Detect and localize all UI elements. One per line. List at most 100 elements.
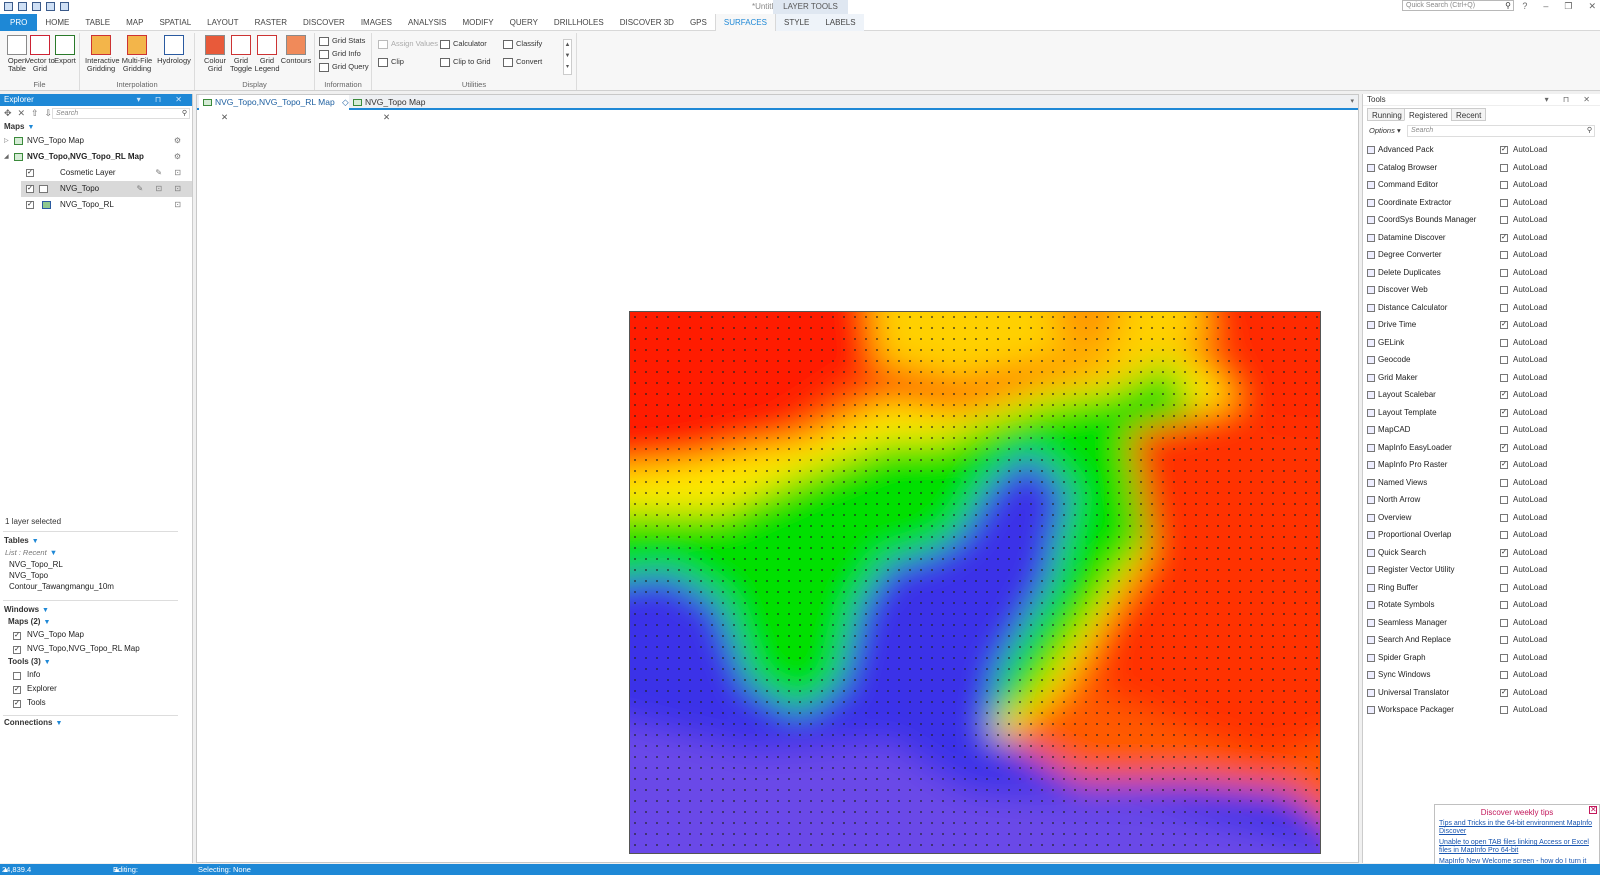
tool-row[interactable]: Discover Web AutoLoad xyxy=(1363,281,1600,299)
tool-row[interactable]: Drive Time ✓ AutoLoad xyxy=(1363,316,1600,334)
selecting-status[interactable]: Selecting: None xyxy=(198,864,251,875)
tab-gps[interactable]: GPS xyxy=(682,14,715,31)
autoload-checkbox[interactable] xyxy=(1500,268,1508,277)
map-properties-icon[interactable]: ⚙ xyxy=(174,149,186,165)
window-checkbox[interactable]: ✓ xyxy=(13,646,21,654)
autoload-checkbox[interactable] xyxy=(1500,531,1508,539)
cursor-coordinates[interactable]: 24,839.4 m, 15,793.6 m ▲ xyxy=(2,864,31,875)
grid-stats-button[interactable]: Grid Stats xyxy=(319,35,365,47)
convert-button[interactable]: Convert xyxy=(503,56,542,68)
map-properties-icon[interactable]: ⚙ xyxy=(174,133,186,149)
search-icon[interactable]: ⚲ xyxy=(1505,1,1511,10)
window-checkbox[interactable]: ✓ xyxy=(13,700,21,708)
tool-row[interactable]: Spider Graph AutoLoad xyxy=(1363,649,1600,667)
tool-row[interactable]: Register Vector Utility AutoLoad xyxy=(1363,561,1600,579)
windows-maps-group[interactable]: Maps (2) ▼ xyxy=(0,616,190,628)
tool-row[interactable]: Datamine Discover ✓ AutoLoad xyxy=(1363,229,1600,247)
calculator-button[interactable]: Calculator xyxy=(440,38,487,50)
tab-query[interactable]: QUERY xyxy=(502,14,546,31)
clip-button[interactable]: Clip xyxy=(378,56,404,68)
tab-discover[interactable]: DISCOVER xyxy=(295,14,353,31)
tab-images[interactable]: IMAGES xyxy=(353,14,400,31)
interactive-gridding-button[interactable]: Interactive Gridding xyxy=(85,35,120,73)
layer-row-nvg-topo-rl[interactable]: ✓ NVG_Topo_RL ⊡ xyxy=(0,197,192,213)
restore-button[interactable]: ❐ xyxy=(1564,1,1572,12)
hydrology-button[interactable]: Hydrology xyxy=(157,35,191,65)
tool-row[interactable]: Grid Maker AutoLoad xyxy=(1363,369,1600,387)
autoload-checkbox[interactable]: ✓ xyxy=(1500,688,1508,697)
autoload-checkbox[interactable]: ✓ xyxy=(1500,233,1508,242)
options-dropdown[interactable]: Options ▾ xyxy=(1369,126,1401,135)
autoload-checkbox[interactable] xyxy=(1500,338,1508,347)
pin-icon[interactable]: ◇ xyxy=(342,97,349,107)
collapse-icon[interactable]: ◢ xyxy=(4,149,9,165)
autoload-checkbox[interactable] xyxy=(1500,286,1508,294)
tool-row[interactable]: Catalog Browser AutoLoad xyxy=(1363,159,1600,177)
assign-values-button[interactable]: Assign Values xyxy=(378,38,438,50)
clip-to-grid-button[interactable]: Clip to Grid xyxy=(440,56,491,68)
panel-controls[interactable]: ▾ ⊓ ✕ xyxy=(137,94,188,106)
window-checkbox[interactable] xyxy=(13,672,21,680)
windows-section-title[interactable]: Windows ▼ xyxy=(0,603,190,616)
tool-row[interactable]: MapInfo Pro Raster ✓ AutoLoad xyxy=(1363,456,1600,474)
grid-info-button[interactable]: Grid Info xyxy=(319,48,361,60)
tab-home[interactable]: HOME xyxy=(37,14,77,31)
windows-tools-group[interactable]: Tools (3) ▼ xyxy=(0,656,190,668)
autoload-checkbox[interactable] xyxy=(1500,653,1508,662)
tool-row[interactable]: Layout Scalebar ✓ AutoLoad xyxy=(1363,386,1600,404)
autoload-checkbox[interactable]: ✓ xyxy=(1500,408,1508,417)
tab-list-dropdown-icon[interactable]: ▾ xyxy=(1350,97,1354,105)
grid-legend-button[interactable]: Grid Legend xyxy=(252,35,282,73)
tab-pro[interactable]: PRO xyxy=(0,14,38,31)
tool-row[interactable]: Geocode AutoLoad xyxy=(1363,351,1600,369)
autoload-checkbox[interactable] xyxy=(1500,373,1508,382)
layer-visibility-checkbox[interactable]: ✓ xyxy=(26,169,34,177)
autoload-checkbox[interactable] xyxy=(1500,251,1508,259)
tool-row[interactable]: Distance Calculator AutoLoad xyxy=(1363,299,1600,317)
contours-button[interactable]: Contours xyxy=(279,35,313,65)
tab-style[interactable]: STYLE xyxy=(775,14,818,31)
tab-map[interactable]: MAP xyxy=(118,14,151,31)
layer-row-nvg-topo[interactable]: ✓ NVG_Topo ✎ ⊡ ⊡ xyxy=(21,181,192,197)
autoload-checkbox[interactable] xyxy=(1500,618,1508,627)
layer-visibility-checkbox[interactable]: ✓ xyxy=(26,201,34,209)
close-button[interactable]: ✕ xyxy=(1588,1,1596,12)
autoload-checkbox[interactable]: ✓ xyxy=(1500,321,1508,329)
connections-section-title[interactable]: Connections ▼ xyxy=(0,716,62,729)
window-item-tool[interactable]: Info xyxy=(0,668,190,682)
tab-modify[interactable]: MODIFY xyxy=(455,14,502,31)
layer-style-icon[interactable]: ⊡ xyxy=(174,197,186,213)
autoload-checkbox[interactable] xyxy=(1500,636,1508,644)
close-icon[interactable]: ✕ xyxy=(1589,806,1597,814)
tab-recent[interactable]: Recent xyxy=(1451,108,1487,121)
tool-row[interactable]: Rotate Symbols AutoLoad xyxy=(1363,596,1600,614)
quick-search-input[interactable]: Quick Search (Ctrl+Q) ⚲ xyxy=(1402,0,1514,11)
map-node-1[interactable]: ▷ NVG_Topo Map ⚙ xyxy=(0,133,192,149)
tool-row[interactable]: Proportional Overlap AutoLoad xyxy=(1363,526,1600,544)
doc-tab[interactable]: NVG_Topo Map ✕ xyxy=(349,95,449,122)
classify-button[interactable]: Classify xyxy=(503,38,542,50)
tool-row[interactable]: Seamless Manager AutoLoad xyxy=(1363,614,1600,632)
tools-search-input[interactable]: Search ⚲ xyxy=(1407,125,1595,137)
tab-surfaces[interactable]: SURFACES xyxy=(714,14,776,31)
tab-registered[interactable]: Registered xyxy=(1404,108,1453,121)
tool-row[interactable]: Ring Buffer AutoLoad xyxy=(1363,579,1600,597)
explorer-search-input[interactable]: Search ⚲ xyxy=(52,108,190,119)
editing-status[interactable]: Editing: None ▲ xyxy=(113,864,138,875)
autoload-checkbox[interactable] xyxy=(1500,426,1508,434)
tool-row[interactable]: Workspace Packager AutoLoad xyxy=(1363,701,1600,719)
tool-row[interactable]: Delete Duplicates AutoLoad xyxy=(1363,264,1600,282)
tips-link[interactable]: Tips and Tricks in the 64-bit environmen… xyxy=(1435,820,1599,836)
window-item-map1[interactable]: ✓ NVG_Topo Map xyxy=(0,628,190,642)
tab-labels[interactable]: LABELS xyxy=(817,14,864,31)
map-canvas[interactable] xyxy=(629,311,1321,854)
search-icon[interactable]: ⚲ xyxy=(182,109,187,118)
table-item[interactable]: NVG_Topo xyxy=(0,570,190,581)
autoload-checkbox[interactable] xyxy=(1500,671,1508,679)
tab-analysis[interactable]: ANALYSIS xyxy=(400,14,455,31)
autoload-checkbox[interactable] xyxy=(1500,216,1508,224)
ribbon-gallery-scroll[interactable]: ▲ ▼ ▾ xyxy=(563,39,572,75)
autoload-checkbox[interactable] xyxy=(1500,496,1508,504)
tool-row[interactable]: GELink AutoLoad xyxy=(1363,334,1600,352)
autoload-checkbox[interactable] xyxy=(1500,706,1508,714)
